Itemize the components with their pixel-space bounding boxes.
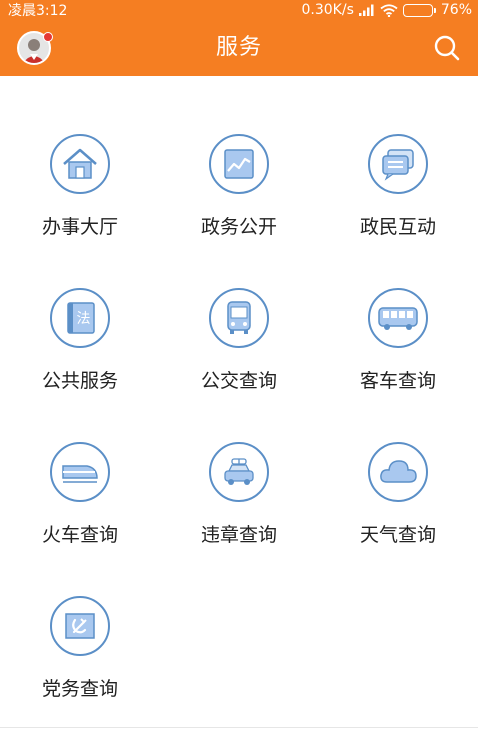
service-item-bus[interactable]: 公交查询 <box>159 288 319 418</box>
service-item-gov-affairs[interactable]: 政务公开 <box>159 134 319 264</box>
status-right: 0.30K/s 76% <box>302 2 473 18</box>
house-icon <box>50 134 110 194</box>
service-item-interaction[interactable]: 政民互动 <box>318 134 478 264</box>
service-label: 政务公开 <box>200 216 277 238</box>
cloud-icon <box>368 442 428 502</box>
status-time: 凌晨3:12 <box>8 3 68 19</box>
app-header: 服务 <box>0 20 478 76</box>
service-label: 违章查询 <box>200 524 277 546</box>
law-book-icon: 法 <box>50 288 110 348</box>
network-speed: 0.30K/s <box>301 2 354 18</box>
page-title: 服务 <box>215 35 262 60</box>
service-label: 公交查询 <box>200 370 277 392</box>
service-label: 办事大厅 <box>41 216 118 238</box>
train-icon <box>50 442 110 502</box>
service-label: 天气查询 <box>359 524 436 546</box>
chart-icon <box>209 134 269 194</box>
service-label: 火车查询 <box>41 524 118 546</box>
service-item-train[interactable]: 火车查询 <box>0 442 160 572</box>
chat-icon <box>368 134 428 194</box>
signal-icon <box>358 4 374 16</box>
service-label: 政民互动 <box>359 216 436 238</box>
battery-icon <box>402 3 436 17</box>
notification-dot <box>43 32 53 42</box>
service-item-office-hall[interactable]: 办事大厅 <box>0 134 160 264</box>
service-item-violation[interactable]: 违章查询 <box>159 442 319 572</box>
search-icon[interactable] <box>432 33 462 63</box>
service-label: 客车查询 <box>359 370 436 392</box>
party-flag-icon <box>50 596 110 656</box>
police-car-icon <box>209 442 269 502</box>
service-item-coach[interactable]: 客车查询 <box>318 288 478 418</box>
battery-percent: 76% <box>440 2 472 18</box>
bottom-divider <box>0 727 478 728</box>
bus-front-icon <box>209 288 269 348</box>
service-label: 党务查询 <box>41 678 118 700</box>
coach-icon <box>368 288 428 348</box>
service-item-public-service[interactable]: 法 公共服务 <box>0 288 160 418</box>
service-item-party[interactable]: 党务查询 <box>0 596 160 726</box>
wifi-icon <box>380 3 398 17</box>
service-label: 公共服务 <box>41 370 118 392</box>
service-item-weather[interactable]: 天气查询 <box>318 442 478 572</box>
svg-text:法: 法 <box>77 311 91 327</box>
status-bar: 凌晨3:12 0.30K/s 76% <box>0 0 478 20</box>
